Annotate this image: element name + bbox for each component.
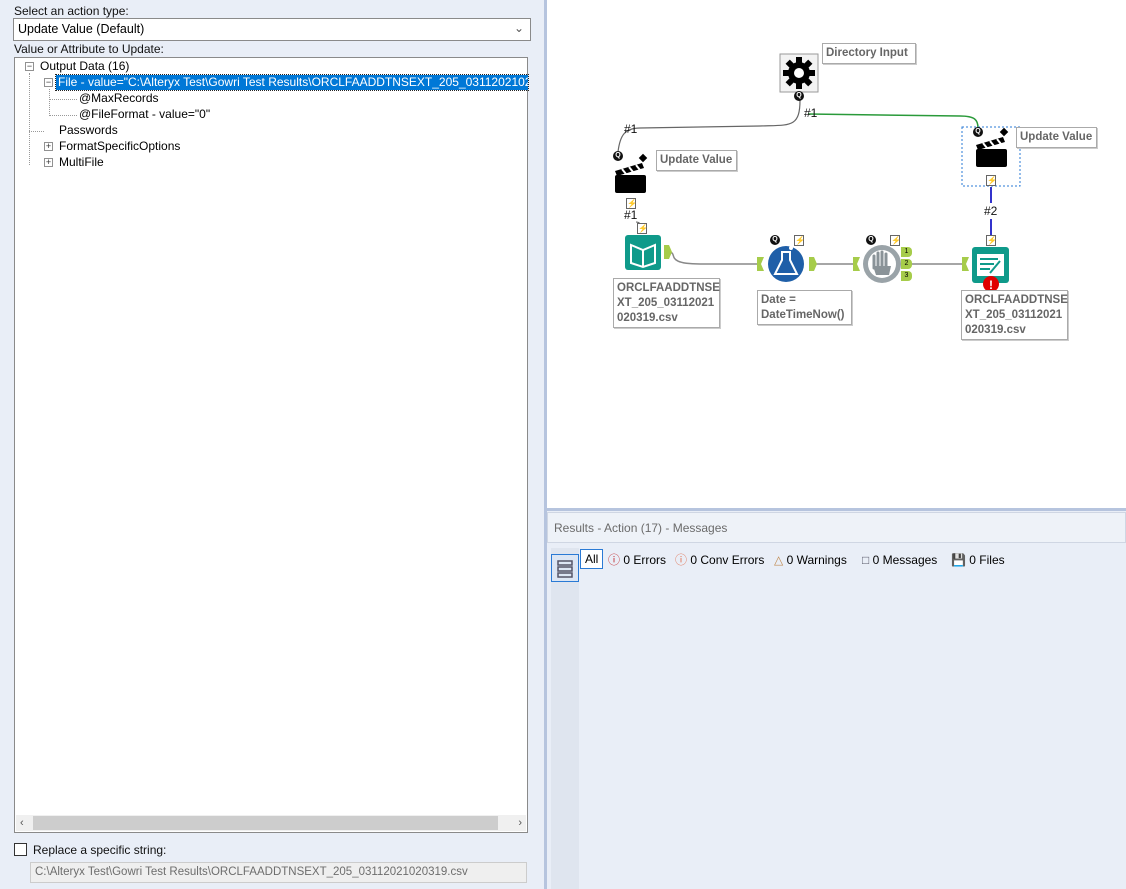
results-side-toolbar [551,548,579,889]
filter-warnings-button[interactable]: △ 0 Warnings [774,552,847,568]
error-circle-icon: ⓘ [608,553,621,567]
output-anchor [809,257,817,271]
lightning-anchor-icon[interactable]: ⚡ [890,235,901,246]
formula-label[interactable]: Date = DateTimeNow() [757,290,852,325]
filter-errors-button[interactable]: ⓘ 0 Errors [608,552,666,568]
input-anchor [962,257,969,271]
lightning-anchor-icon[interactable]: ⚡ [794,235,805,246]
question-anchor-icon[interactable]: Q [866,235,876,245]
connections-layer: ! [615,53,1021,292]
connection-line [807,113,979,129]
gear-icon [783,57,815,89]
connection-line [667,251,757,265]
list-view-button[interactable] [551,554,579,582]
question-anchor-icon[interactable]: Q [613,151,623,161]
replace-string-input[interactable]: C:\Alteryx Test\Gowri Test Results\ORCLF… [30,862,527,883]
test-output-anchor[interactable]: 3 [901,271,912,281]
connection-label: #1 [624,122,638,136]
lightning-anchor-icon[interactable]: ⚡ [986,235,997,246]
conv-error-icon: ⓘ [675,553,688,567]
list-icon [557,560,573,578]
question-anchor-icon[interactable]: Q [794,91,804,101]
message-icon: □ [862,553,870,567]
formula-flask-icon [768,246,804,282]
question-anchor-icon[interactable]: Q [770,235,780,245]
scroll-left-icon[interactable]: ‹ [20,815,24,831]
input-anchor [853,257,860,271]
test-output-anchor[interactable]: 2 [901,259,912,269]
connection-line [617,99,801,153]
results-body [547,544,1126,889]
horizontal-scrollbar[interactable]: ‹ › [16,815,526,831]
connection-label: #1 [624,208,638,222]
output-anchor [664,245,672,259]
warning-icon: △ [774,553,784,567]
scroll-right-icon[interactable]: › [518,815,522,831]
lightning-anchor-icon[interactable]: ⚡ [637,223,648,234]
errors-count: 0 Errors [623,553,667,567]
filter-all-button[interactable]: All [580,549,604,569]
update-value-right-label[interactable]: Update Value [1016,127,1097,148]
test-output-anchor[interactable]: 1 [901,247,912,257]
save-disk-icon: 💾 [951,553,966,567]
input-data-label[interactable]: ORCLFAADDTNSE XT_205_03112021 020319.csv [613,278,720,328]
lightning-anchor-icon[interactable]: ⚡ [986,175,997,186]
input-anchor [757,257,764,271]
update-value-left-label[interactable]: Update Value [656,150,737,171]
replace-string-checkbox[interactable] [14,843,27,856]
output-data-label[interactable]: ORCLFAADDTNSE XT_205_03112021 020319.csv [961,290,1068,340]
conv-errors-count: 0 Conv Errors [690,553,765,567]
horizontal-splitter[interactable] [547,508,1126,511]
directory-input-label[interactable]: Directory Input [822,43,916,64]
connection-label: #2 [984,204,998,218]
input-data-book-icon [625,235,661,270]
replace-string-label: Replace a specific string: [33,843,167,857]
warnings-count: 0 Warnings [786,553,847,567]
results-header: Results - Action (17) - Messages [547,512,1126,543]
question-anchor-icon[interactable]: Q [973,127,983,137]
scrollbar-thumb[interactable] [33,816,498,830]
connection-label: #1 [804,106,818,120]
files-count: 0 Files [969,553,1005,567]
test-hand-icon [863,245,901,283]
messages-count: 0 Messages [872,553,938,567]
filter-conv-errors-button[interactable]: ⓘ 0 Conv Errors [675,552,764,568]
filter-messages-button[interactable]: □ 0 Messages [862,552,937,568]
filter-files-button[interactable]: 💾 0 Files [951,552,1005,568]
